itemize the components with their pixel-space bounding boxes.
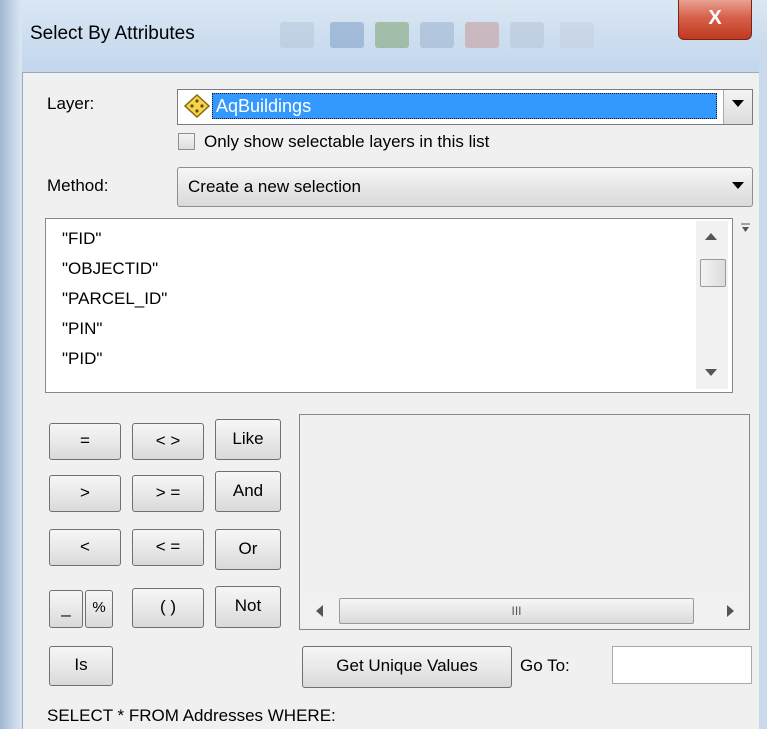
- list-item[interactable]: "OBJECTID": [62, 259, 158, 279]
- scroll-down-icon[interactable]: [705, 369, 717, 376]
- like-button[interactable]: Like: [215, 419, 281, 460]
- selectable-layers-label: Only show selectable layers in this list: [204, 132, 490, 151]
- field-list[interactable]: "FID" "OBJECTID" "PARCEL_ID" "PIN" "PID": [45, 218, 733, 393]
- background-toolbar-blur: [280, 18, 640, 52]
- chevron-down-icon[interactable]: [723, 90, 752, 124]
- list-item[interactable]: "PID": [62, 349, 102, 369]
- list-item[interactable]: "PARCEL_ID": [62, 289, 167, 309]
- not-equal-button[interactable]: < >: [132, 423, 204, 460]
- window-title: Select By Attributes: [30, 23, 195, 44]
- list-item[interactable]: "PIN": [62, 319, 102, 339]
- sql-prefix-label: SELECT * FROM Addresses WHERE:: [47, 706, 336, 725]
- greater-than-button[interactable]: >: [49, 475, 121, 512]
- layer-label: Layer:: [47, 94, 95, 113]
- greater-equal-button[interactable]: > =: [132, 475, 204, 512]
- parentheses-button[interactable]: ( ): [132, 588, 204, 628]
- selectable-layers-checkbox[interactable]: [178, 133, 195, 150]
- get-unique-values-button[interactable]: Get Unique Values: [302, 646, 512, 688]
- and-button[interactable]: And: [215, 471, 281, 512]
- underscore-button[interactable]: _: [49, 590, 83, 628]
- window-left-border: [0, 0, 22, 729]
- scroll-up-icon[interactable]: [705, 233, 717, 240]
- layer-value: AqBuildings: [216, 96, 312, 116]
- not-button[interactable]: Not: [215, 586, 281, 628]
- method-value: Create a new selection: [188, 177, 361, 196]
- resize-grip-icon[interactable]: [739, 219, 753, 232]
- scroll-left-icon[interactable]: [316, 605, 323, 617]
- scroll-right-icon[interactable]: [727, 605, 734, 617]
- layer-selection-highlight: AqBuildings: [212, 93, 717, 119]
- less-than-button[interactable]: <: [49, 529, 121, 566]
- field-list-scrollbar[interactable]: [696, 221, 728, 389]
- chevron-down-icon[interactable]: [724, 172, 752, 206]
- less-equal-button[interactable]: < =: [132, 529, 204, 566]
- window-right-border: [759, 40, 767, 729]
- goto-label: Go To:: [520, 656, 570, 675]
- scroll-thumb[interactable]: [700, 259, 726, 287]
- is-button[interactable]: Is: [49, 646, 113, 686]
- equals-button[interactable]: =: [49, 423, 121, 460]
- layer-diamond-icon: [183, 93, 211, 119]
- list-item[interactable]: "FID": [62, 229, 101, 249]
- scroll-thumb[interactable]: III: [339, 598, 694, 624]
- goto-input[interactable]: [612, 646, 752, 684]
- method-label: Method:: [47, 176, 109, 195]
- percent-button[interactable]: %: [85, 590, 113, 628]
- or-button[interactable]: Or: [215, 529, 281, 570]
- method-combobox[interactable]: Create a new selection: [177, 167, 753, 207]
- layer-combobox[interactable]: AqBuildings: [177, 89, 753, 125]
- close-button[interactable]: X: [678, 0, 752, 40]
